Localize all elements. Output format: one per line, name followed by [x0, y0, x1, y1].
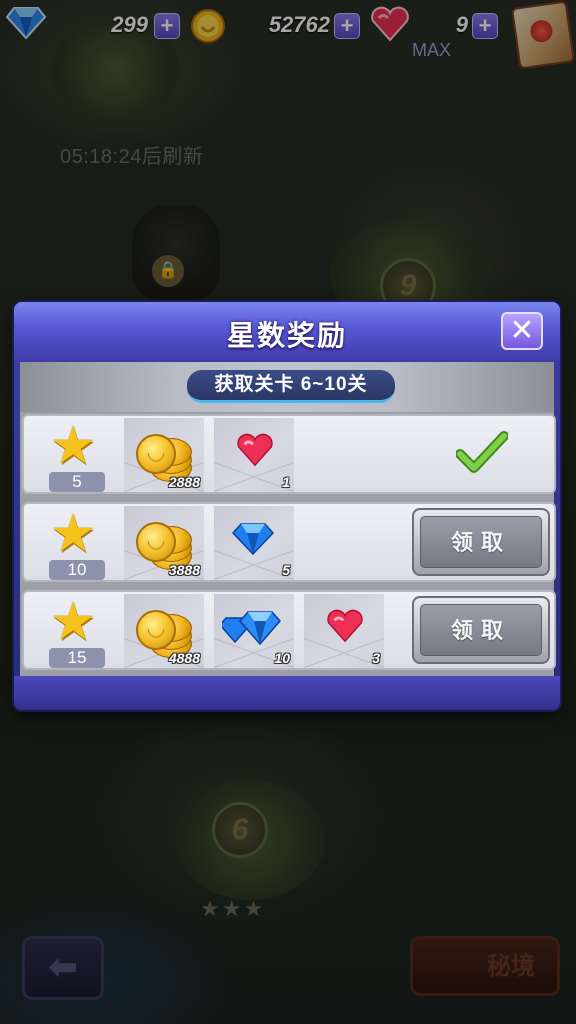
claim-button[interactable]: 领取: [412, 508, 550, 576]
reward-slot-coins: ◡ 3888: [124, 506, 204, 580]
close-button[interactable]: ✕: [501, 312, 543, 350]
star-reward-dialog: 星数奖励 ✕ 获取关卡 6~10关 ★ 5 ◡ 2888 1 ★ 10 ◡ 38…: [14, 302, 560, 710]
heart-reward-count: 1: [282, 474, 290, 490]
reward-slot-heart: 1: [214, 418, 294, 492]
claim-button-label: 领取: [420, 604, 542, 656]
heart-reward-count: 3: [372, 650, 380, 666]
coin-reward-count: 4888: [168, 650, 200, 666]
star-requirement: ★ 15: [38, 593, 108, 668]
star-icon: ★: [49, 417, 97, 475]
star-requirement: ★ 10: [38, 505, 108, 580]
diamond-reward-count: 10: [274, 650, 290, 666]
star-count: 10: [49, 560, 105, 580]
reward-slot-coins: ◡ 4888: [124, 594, 204, 668]
claimed-check-icon: [455, 430, 509, 474]
diamond-reward-count: 5: [282, 562, 290, 578]
coin-stack-icon: ◡: [134, 516, 192, 570]
coin-stack-icon: ◡: [134, 428, 192, 482]
coin-reward-count: 2888: [168, 474, 200, 490]
claim-button-label: 领取: [420, 516, 542, 568]
reward-row: ★ 15 ◡ 4888 10 3 领取: [22, 590, 556, 670]
star-icon: ★: [49, 593, 97, 651]
star-count: 15: [49, 648, 105, 668]
coin-reward-count: 3888: [168, 562, 200, 578]
star-requirement: ★ 5: [38, 417, 108, 492]
coin-stack-icon: ◡: [134, 604, 192, 658]
star-count: 5: [49, 472, 105, 492]
dialog-footer: [14, 676, 560, 710]
claim-button[interactable]: 领取: [412, 596, 550, 664]
diamond-gem-icon: [231, 520, 275, 556]
diamond-pile-icon: [219, 606, 284, 646]
subtitle-banner: 获取关卡 6~10关: [20, 362, 554, 412]
heart-gem-icon: [326, 608, 364, 644]
dialog-header: 星数奖励 ✕: [14, 302, 560, 362]
reward-slot-diamond: 10: [214, 594, 294, 668]
reward-slot-diamond: 5: [214, 506, 294, 580]
reward-row: ★ 10 ◡ 3888 5 领取: [22, 502, 556, 582]
reward-slot-coins: ◡ 2888: [124, 418, 204, 492]
star-icon: ★: [49, 505, 97, 563]
dialog-title: 星数奖励: [226, 320, 347, 351]
reward-row: ★ 5 ◡ 2888 1: [22, 414, 556, 494]
heart-gem-icon: [236, 432, 274, 468]
reward-slot-heart: 3: [304, 594, 384, 668]
level-range-label: 获取关卡 6~10关: [187, 370, 395, 403]
